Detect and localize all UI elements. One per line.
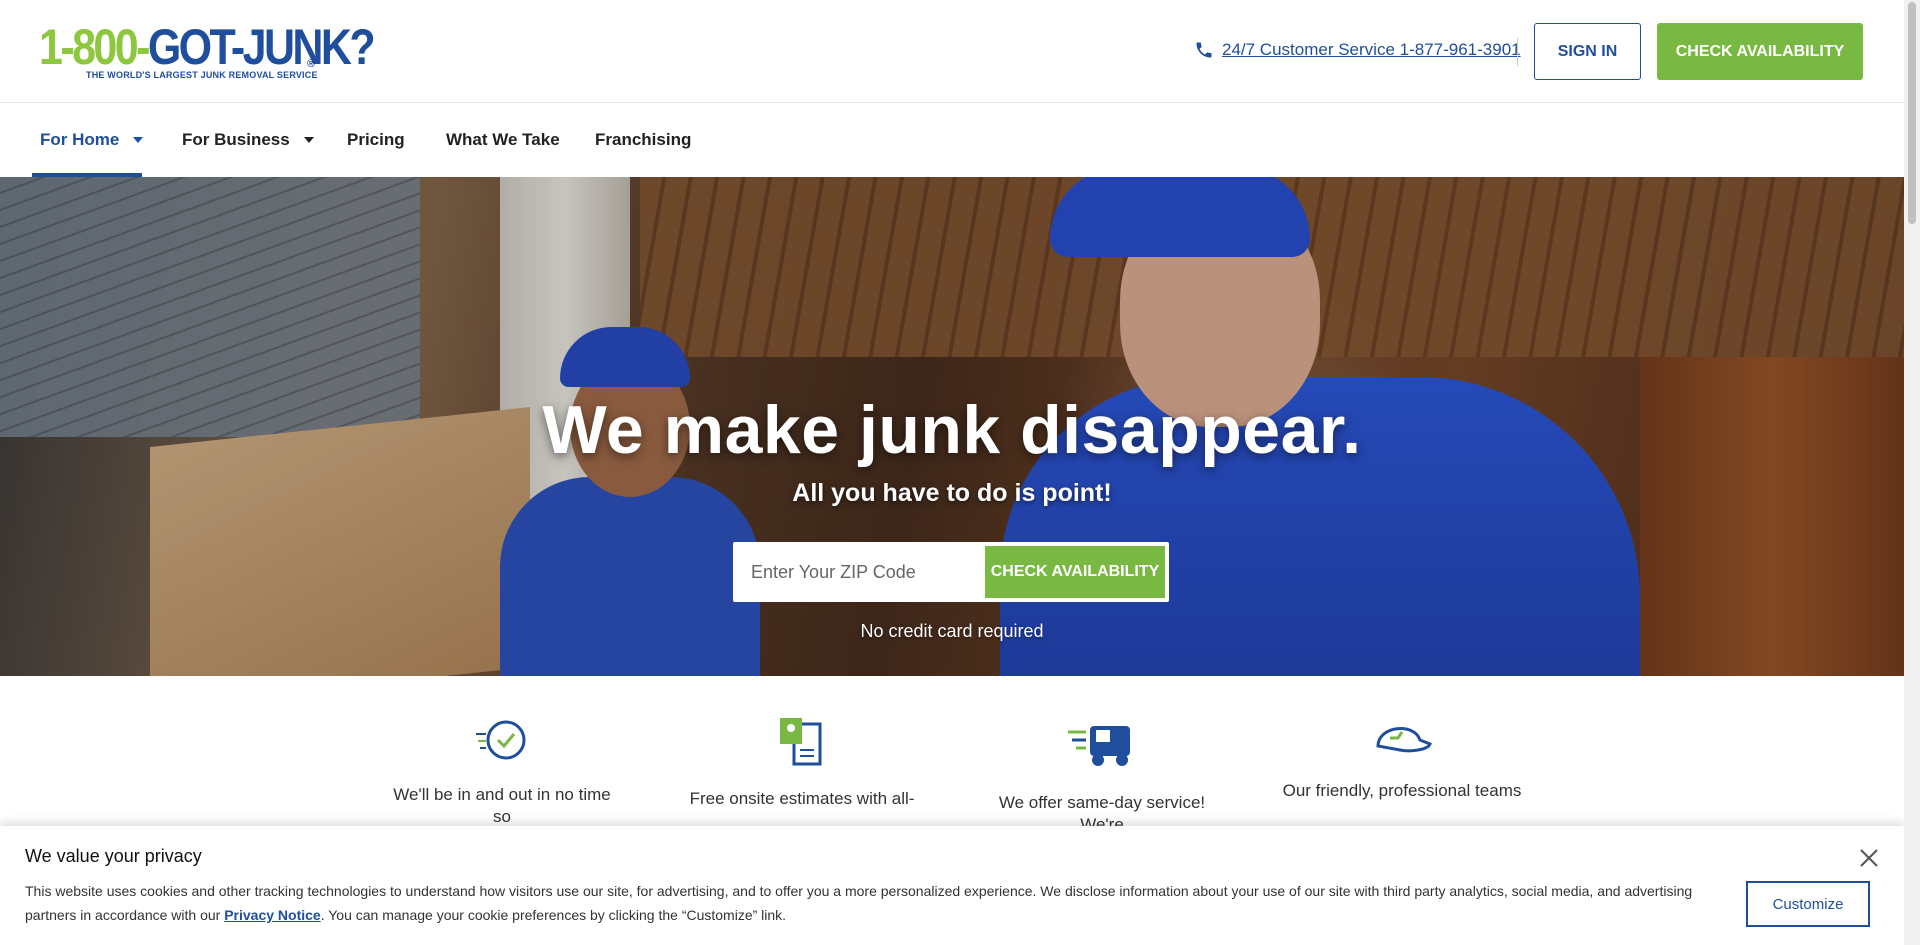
privacy-notice-link[interactable]: Privacy Notice — [224, 907, 321, 923]
sign-in-button[interactable]: SIGN IN — [1534, 23, 1641, 80]
cookie-text: This website uses cookies and other trac… — [25, 879, 1725, 927]
zip-form: CHECK AVAILABILITY — [733, 542, 1169, 602]
caret-down-icon — [133, 137, 144, 143]
scrollbar-thumb[interactable] — [1908, 2, 1916, 224]
fast-truck-icon — [1068, 726, 1130, 766]
logo-tagline: THE WORLD'S LARGEST JUNK REMOVAL SERVICE — [86, 70, 318, 80]
feature-text: Our friendly, professional teams — [1282, 781, 1522, 800]
cap-icon — [1376, 727, 1432, 753]
no-credit-card-note: No credit card required — [860, 621, 1044, 641]
feature-item: We offer same-day service! We're — [982, 676, 1222, 836]
caret-down-icon — [303, 137, 314, 143]
zip-code-input[interactable] — [737, 546, 985, 598]
hero-title: We make junk disappear. — [542, 392, 1362, 468]
logo-wordmark: 1-800-GOT-JUNK? — [39, 19, 376, 75]
main-nav: For Home For Business Pricing What We Ta… — [0, 104, 1904, 177]
nav-item-label: For Home — [40, 130, 120, 149]
phone-icon — [1196, 42, 1212, 58]
site-header: 1-800-GOT-JUNK? ® THE WORLD'S LARGEST JU… — [0, 0, 1904, 103]
feature-item: Free onsite estimates with all- — [682, 676, 922, 810]
hero-subtitle: All you have to do is point! — [792, 479, 1112, 507]
feature-item: Our friendly, professional teams — [1282, 676, 1522, 802]
features-section: We'll be in and out in no time so Free o… — [0, 676, 1904, 834]
customer-service-phone-link[interactable]: 24/7 Customer Service 1-877-961-3901 — [1194, 40, 1521, 60]
nav-item-label: For Business — [182, 130, 290, 149]
feature-text: We'll be in and out in no time so — [393, 785, 611, 826]
page-scrollbar[interactable] — [1904, 0, 1920, 945]
feature-item: We'll be in and out in no time so — [382, 676, 622, 828]
phone-link-text: 24/7 Customer Service 1-877-961-3901 — [1222, 40, 1521, 59]
logo-part-2: GOT-JUNK? — [147, 19, 376, 75]
feature-text: Free onsite estimates with all- — [689, 789, 915, 808]
nav-item-pricing[interactable]: Pricing — [347, 104, 405, 176]
header-divider — [1517, 38, 1518, 66]
logo-part-1: 1-800- — [39, 19, 150, 75]
cookie-text-after: . You can manage your cookie preferences… — [320, 907, 787, 923]
nav-item-what-we-take[interactable]: What We Take — [446, 104, 560, 176]
nav-item-label: Pricing — [347, 130, 405, 149]
cookie-title: We value your privacy — [25, 846, 202, 866]
logo[interactable]: 1-800-GOT-JUNK? ® THE WORLD'S LARGEST JU… — [39, 19, 376, 82]
nav-item-franchising[interactable]: Franchising — [595, 104, 691, 176]
clock-check-icon — [476, 720, 526, 760]
nav-item-label: Franchising — [595, 130, 692, 149]
nav-item-for-home[interactable]: For Home — [40, 104, 144, 176]
logo-registered-mark: ® — [307, 58, 316, 70]
hero-banner: We make junk disappear. All you have to … — [0, 177, 1904, 676]
header-check-availability-button[interactable]: CHECK AVAILABILITY — [1657, 23, 1863, 80]
hero-check-availability-button[interactable]: CHECK AVAILABILITY — [985, 546, 1165, 598]
close-icon[interactable] — [1858, 847, 1880, 869]
nav-item-label: What We Take — [446, 130, 560, 149]
customize-button[interactable]: Customize — [1746, 881, 1870, 927]
nav-item-for-business[interactable]: For Business — [182, 104, 314, 176]
estimate-document-icon — [780, 718, 822, 766]
cookie-banner: We value your privacy This website uses … — [0, 826, 1904, 945]
